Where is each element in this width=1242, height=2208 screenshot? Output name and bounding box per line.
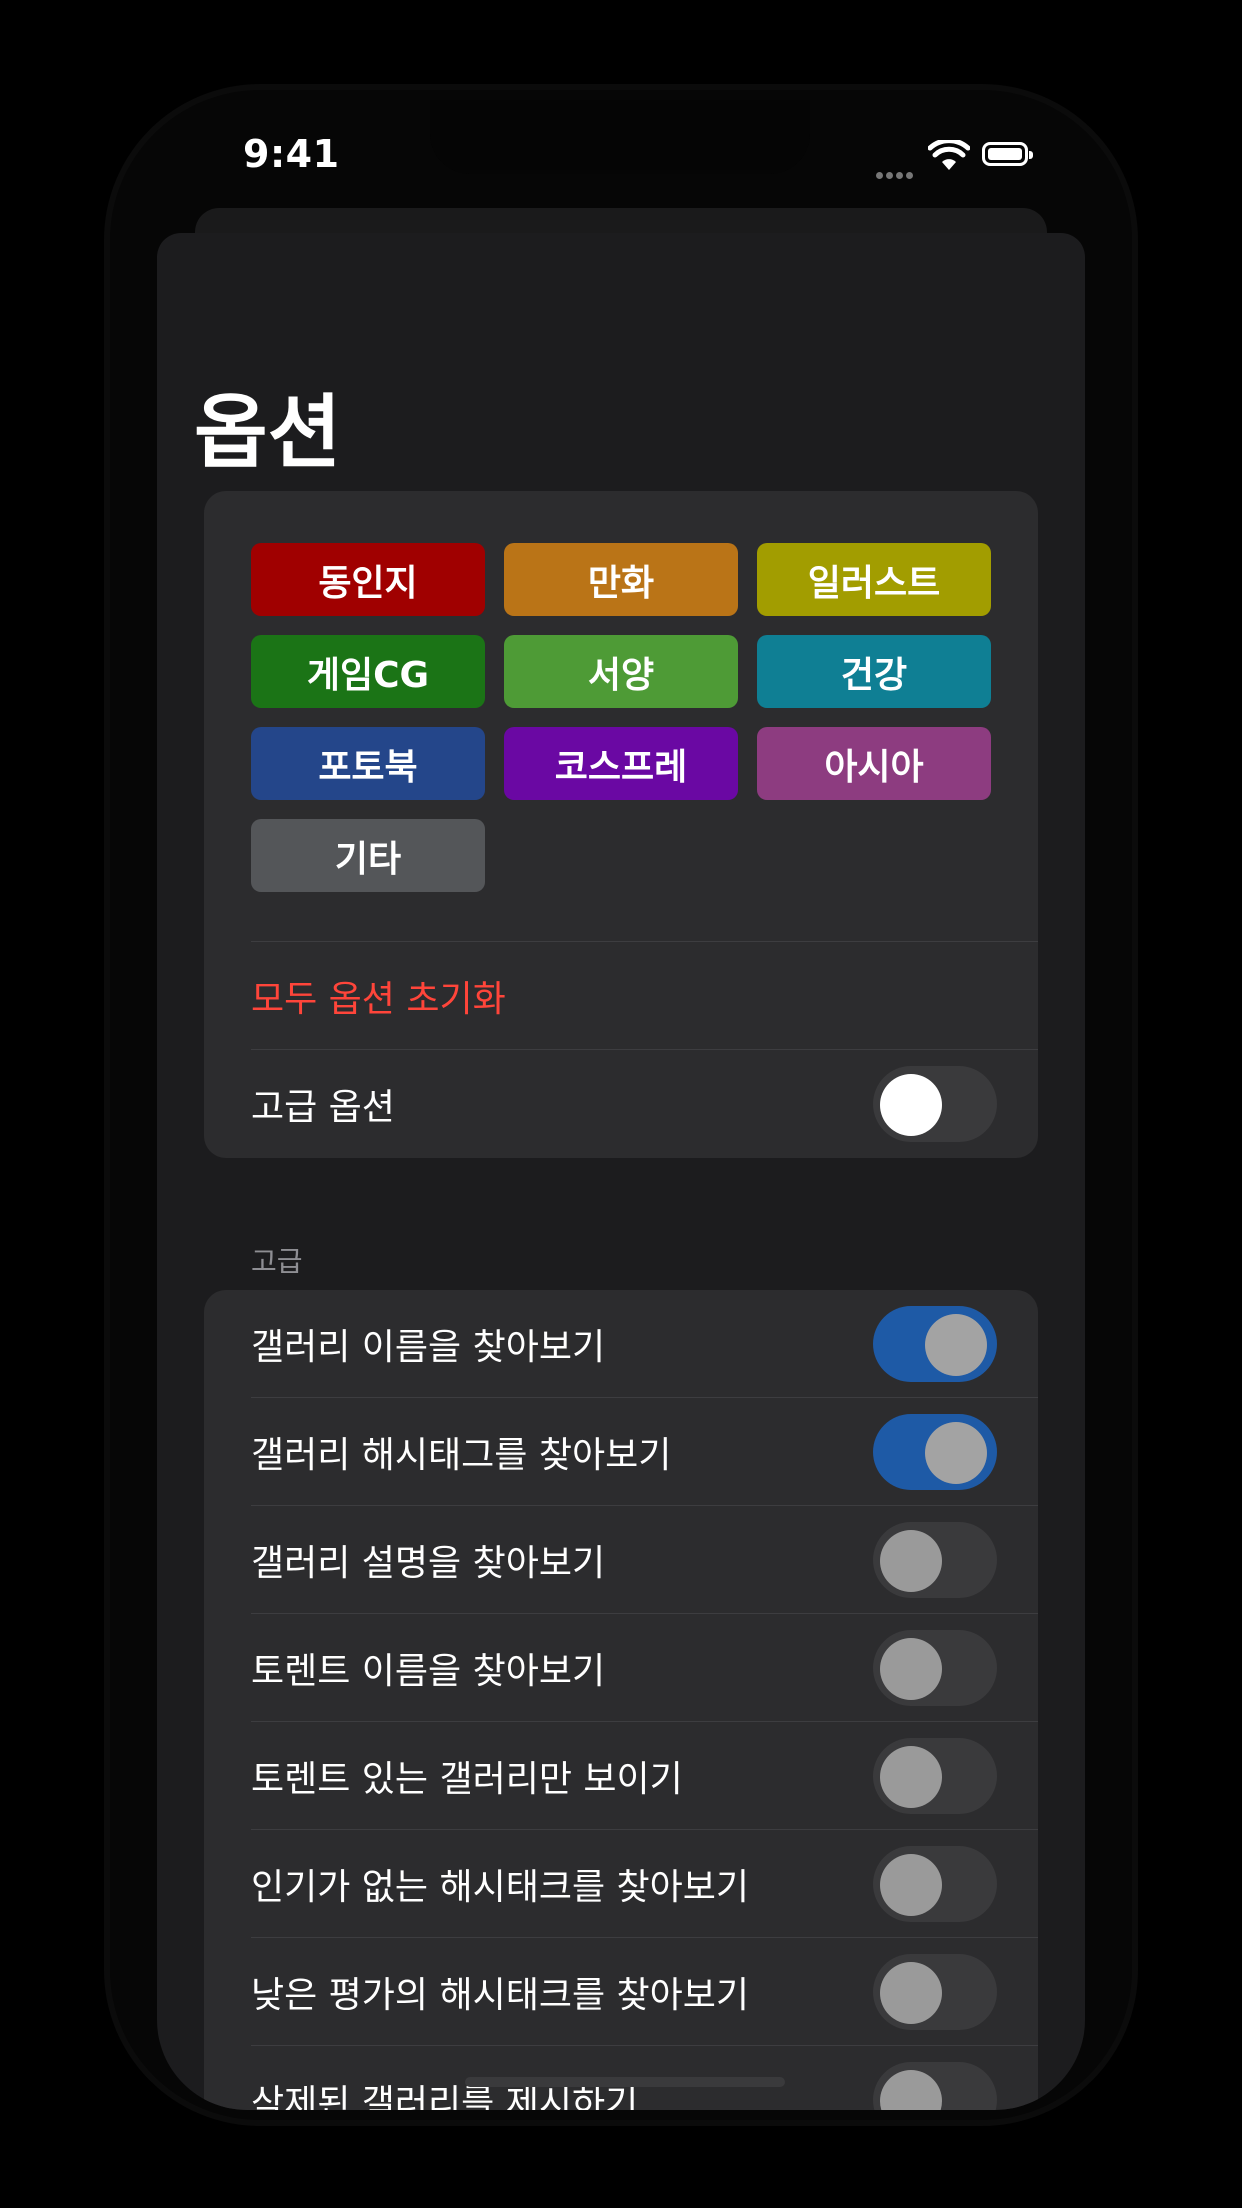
setting-label: 갤러리 해시태그를 찾아보기 (251, 1434, 672, 1476)
setting-row: 낮은 평가의 해시태크를 찾아보기 (251, 1938, 1038, 2045)
category-button[interactable]: 게임CG (251, 635, 485, 708)
setting-toggle[interactable] (873, 1953, 997, 2030)
reset-options-button[interactable]: 모두 옵션 초기화 (251, 942, 1038, 1049)
setting-row: 갤러리 해시태그를 찾아보기 (251, 1398, 1038, 1505)
category-button[interactable]: 서양 (504, 635, 738, 708)
setting-toggle[interactable] (873, 2061, 997, 2110)
home-indicator (465, 2077, 785, 2087)
category-card: 동인지 만화 일러스트 게임CG 서양 건강 포토북 코스프레 아시아 기타 모두 옵션 초기화 … (204, 491, 1038, 1158)
toggle-knob (880, 1637, 942, 1700)
options-sheet: 옵션 동인지 만화 일러스트게임CG 서양 건강포토북 코스프레 아시아기타 모두 옵션 초… (157, 233, 1085, 2110)
setting-row: 갤러리 이름을 찾아보기 (251, 1290, 1038, 1397)
setting-row: 인기가 없는 해시태크를 찾아보기 (251, 1830, 1038, 1937)
setting-label: 인기가 없는 해시태크를 찾아보기 (251, 1866, 750, 1908)
setting-toggle[interactable] (873, 1629, 997, 1706)
category-button[interactable]: 아시아 (757, 727, 991, 800)
setting-toggle[interactable] (873, 1845, 997, 1922)
toggle-knob (880, 2069, 942, 2110)
category-button[interactable]: 일러스트 (757, 543, 991, 616)
toggle-knob (880, 1961, 942, 2024)
setting-label: 낮은 평가의 해시태크를 찾아보기 (251, 1974, 750, 2016)
toggle-knob (925, 1421, 987, 1484)
advanced-options-label: 고급 옵션 (251, 1086, 395, 1128)
category-button[interactable]: 기타 (251, 819, 485, 892)
toggle-knob (925, 1313, 987, 1376)
category-button[interactable]: 코스프레 (504, 727, 738, 800)
toggle-knob (880, 1745, 942, 1808)
category-grid: 동인지 만화 일러스트게임CG 서양 건강포토북 코스프레 아시아기타 (251, 543, 991, 892)
category-button[interactable]: 건강 (757, 635, 991, 708)
dynamic-island (430, 100, 810, 174)
category-button[interactable]: 동인지 (251, 543, 485, 616)
setting-toggle[interactable] (873, 1737, 997, 1814)
category-button[interactable]: 포토북 (251, 727, 485, 800)
setting-toggle[interactable] (873, 1305, 997, 1382)
category-button[interactable]: 만화 (504, 543, 738, 616)
page-title: 옵션 (194, 386, 342, 479)
toggle-knob (880, 1073, 942, 1136)
setting-toggle[interactable] (873, 1413, 997, 1490)
battery-icon (982, 142, 1033, 166)
setting-row: 토렌트 있는 갤러리만 보이기 (251, 1722, 1038, 1829)
setting-label: 갤러리 설명을 찾아보기 (251, 1542, 606, 1584)
section-header-advanced: 고급 (251, 1245, 303, 1278)
cellular-signal-icon (876, 164, 916, 183)
setting-label: 토렌트 있는 갤러리만 보이기 (251, 1758, 683, 1800)
toggle-knob (880, 1853, 942, 1916)
advanced-options-row: 고급 옵션 (251, 1050, 1038, 1157)
setting-row: 갤러리 설명을 찾아보기 (251, 1506, 1038, 1613)
advanced-options-toggle[interactable] (873, 1065, 997, 1142)
status-time: 9:41 (243, 132, 340, 176)
reset-options-label: 모두 옵션 초기화 (251, 978, 506, 1020)
setting-row: 토렌트 이름을 찾아보기 (251, 1614, 1038, 1721)
setting-label: 토렌트 이름을 찾아보기 (251, 1650, 606, 1692)
wifi-icon (928, 140, 970, 170)
status-bar: 9:41 (0, 0, 1242, 200)
setting-label: 갤러리 이름을 찾아보기 (251, 1326, 606, 1368)
setting-toggle[interactable] (873, 1521, 997, 1598)
advanced-settings-card: 갤러리 이름을 찾아보기갤러리 해시태그를 찾아보기갤러리 설명을 찾아보기토렌… (204, 1290, 1038, 2110)
toggle-knob (880, 1529, 942, 1592)
